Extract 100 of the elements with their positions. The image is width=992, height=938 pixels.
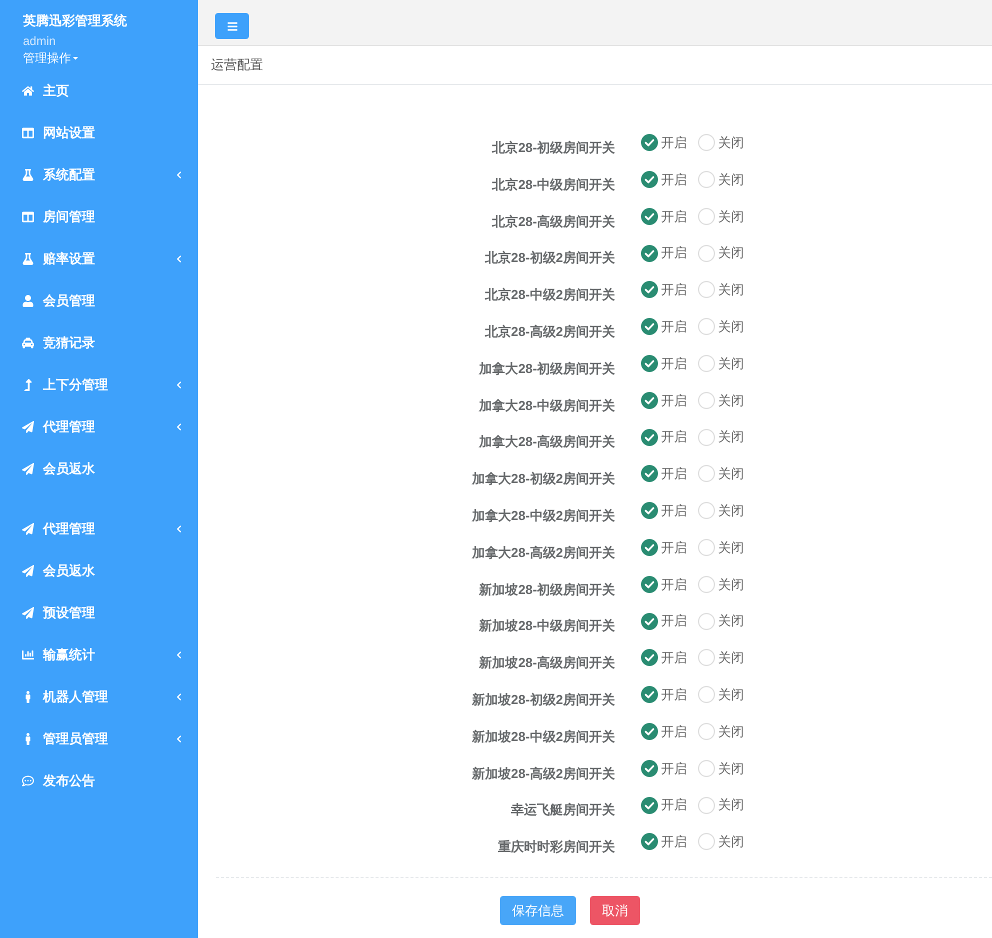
option-label[interactable]: 开启 bbox=[661, 795, 687, 815]
radio-button[interactable] bbox=[698, 833, 715, 850]
radio-button[interactable] bbox=[641, 502, 658, 520]
option-label[interactable]: 关闭 bbox=[718, 758, 744, 778]
app-title: 英腾迅彩管理系统 bbox=[23, 12, 127, 30]
option-label[interactable]: 关闭 bbox=[718, 170, 744, 190]
field-label: 新加坡28-初级房间开关 bbox=[478, 580, 615, 599]
radio-button[interactable] bbox=[641, 796, 658, 814]
option-label[interactable]: 开启 bbox=[661, 611, 687, 631]
cancel-button[interactable]: 取消 bbox=[590, 896, 640, 925]
radio-button[interactable] bbox=[641, 649, 658, 666]
option-label[interactable]: 关闭 bbox=[718, 722, 744, 742]
radio-button[interactable] bbox=[641, 465, 658, 482]
radio-button[interactable] bbox=[698, 318, 715, 336]
option-label[interactable]: 开启 bbox=[661, 133, 687, 152]
radio-button[interactable] bbox=[698, 134, 715, 152]
radio-button[interactable] bbox=[641, 760, 658, 777]
option-label[interactable]: 关闭 bbox=[718, 611, 744, 631]
field-label: 加拿大28-高级2房间开关 bbox=[470, 544, 615, 562]
option-label[interactable]: 开启 bbox=[661, 832, 687, 852]
radio-button[interactable] bbox=[698, 428, 715, 446]
option-label[interactable]: 开启 bbox=[661, 574, 687, 594]
field-label: 北京28-初级2房间开关 bbox=[484, 249, 615, 268]
radio-button[interactable] bbox=[698, 723, 715, 740]
option-label[interactable]: 关闭 bbox=[718, 390, 744, 410]
option-label[interactable]: 关闭 bbox=[718, 354, 744, 374]
radio-button[interactable] bbox=[698, 392, 715, 409]
option-label[interactable]: 开启 bbox=[661, 500, 687, 520]
option-label[interactable]: 开启 bbox=[661, 538, 687, 558]
option-label[interactable]: 开启 bbox=[661, 390, 687, 410]
field-label: 北京28-中级房间开关 bbox=[490, 176, 615, 194]
field-label: 加拿大28-初级房间开关 bbox=[478, 360, 615, 378]
radio-button[interactable] bbox=[641, 244, 658, 262]
radio-button[interactable] bbox=[641, 392, 658, 409]
radio-button[interactable] bbox=[698, 281, 715, 298]
arrow-up-icon bbox=[22, 379, 34, 391]
option-label[interactable]: 关闭 bbox=[718, 206, 744, 226]
radio-button[interactable] bbox=[698, 171, 715, 188]
option-label[interactable]: 关闭 bbox=[718, 832, 744, 852]
radio-button[interactable] bbox=[641, 539, 658, 556]
radio-button[interactable] bbox=[641, 134, 658, 152]
radio-button[interactable] bbox=[698, 760, 715, 777]
option-label[interactable]: 开启 bbox=[661, 758, 687, 778]
option-label[interactable]: 开启 bbox=[661, 280, 687, 300]
option-label[interactable]: 关闭 bbox=[718, 243, 744, 263]
radio-button[interactable] bbox=[641, 686, 658, 704]
option-label[interactable]: 关闭 bbox=[718, 795, 744, 815]
menu-button[interactable] bbox=[215, 13, 249, 39]
option-label[interactable]: 关闭 bbox=[718, 464, 744, 484]
radio-button[interactable] bbox=[698, 208, 715, 225]
radio-button[interactable] bbox=[698, 355, 715, 372]
option-label[interactable]: 开启 bbox=[661, 243, 687, 263]
radio-button[interactable] bbox=[698, 796, 715, 814]
option-label[interactable]: 关闭 bbox=[718, 427, 744, 447]
option-label[interactable]: 关闭 bbox=[718, 133, 744, 152]
radio-button[interactable] bbox=[641, 355, 658, 372]
columns-icon bbox=[22, 211, 34, 223]
option-label[interactable]: 开启 bbox=[661, 648, 687, 668]
radio-button[interactable] bbox=[641, 171, 658, 188]
field-label: 加拿大28-中级房间开关 bbox=[478, 396, 615, 415]
columns-icon bbox=[22, 127, 34, 139]
radio-button[interactable] bbox=[641, 576, 658, 593]
radio-button[interactable] bbox=[698, 502, 715, 520]
field-label: 新加坡28-高级房间开关 bbox=[478, 654, 615, 672]
radio-button[interactable] bbox=[641, 208, 658, 225]
radio-button[interactable] bbox=[641, 318, 658, 336]
paper-plane-icon bbox=[22, 607, 34, 619]
radio-button[interactable] bbox=[641, 612, 658, 630]
radio-button[interactable] bbox=[698, 686, 715, 704]
radio-button[interactable] bbox=[698, 244, 715, 262]
option-label[interactable]: 关闭 bbox=[718, 500, 744, 520]
user-name: admin bbox=[23, 33, 56, 49]
paper-plane-icon bbox=[22, 523, 34, 535]
option-label[interactable]: 开启 bbox=[661, 354, 687, 374]
option-label[interactable]: 开启 bbox=[661, 464, 687, 484]
field-label: 加拿大28-初级2房间开关 bbox=[470, 470, 615, 488]
option-label[interactable]: 关闭 bbox=[718, 280, 744, 300]
option-label[interactable]: 开启 bbox=[661, 170, 687, 190]
radio-button[interactable] bbox=[698, 649, 715, 666]
radio-button[interactable] bbox=[698, 465, 715, 482]
radio-button[interactable] bbox=[641, 281, 658, 298]
radio-button[interactable] bbox=[641, 723, 658, 740]
option-label[interactable]: 开启 bbox=[661, 684, 687, 704]
option-label[interactable]: 开启 bbox=[661, 316, 687, 336]
option-label[interactable]: 关闭 bbox=[718, 538, 744, 558]
radio-button[interactable] bbox=[698, 612, 715, 630]
paper-plane-icon bbox=[22, 565, 34, 577]
radio-button[interactable] bbox=[641, 428, 658, 446]
option-label[interactable]: 开启 bbox=[661, 427, 687, 447]
flask-icon bbox=[22, 253, 34, 265]
option-label[interactable]: 关闭 bbox=[718, 684, 744, 704]
option-label[interactable]: 开启 bbox=[661, 206, 687, 226]
option-label[interactable]: 开启 bbox=[661, 722, 687, 742]
radio-button[interactable] bbox=[641, 833, 658, 850]
option-label[interactable]: 关闭 bbox=[718, 316, 744, 336]
option-label[interactable]: 关闭 bbox=[718, 574, 744, 594]
radio-button[interactable] bbox=[698, 539, 715, 556]
radio-button[interactable] bbox=[698, 576, 715, 593]
user-icon bbox=[22, 295, 34, 307]
option-label[interactable]: 关闭 bbox=[718, 648, 744, 668]
